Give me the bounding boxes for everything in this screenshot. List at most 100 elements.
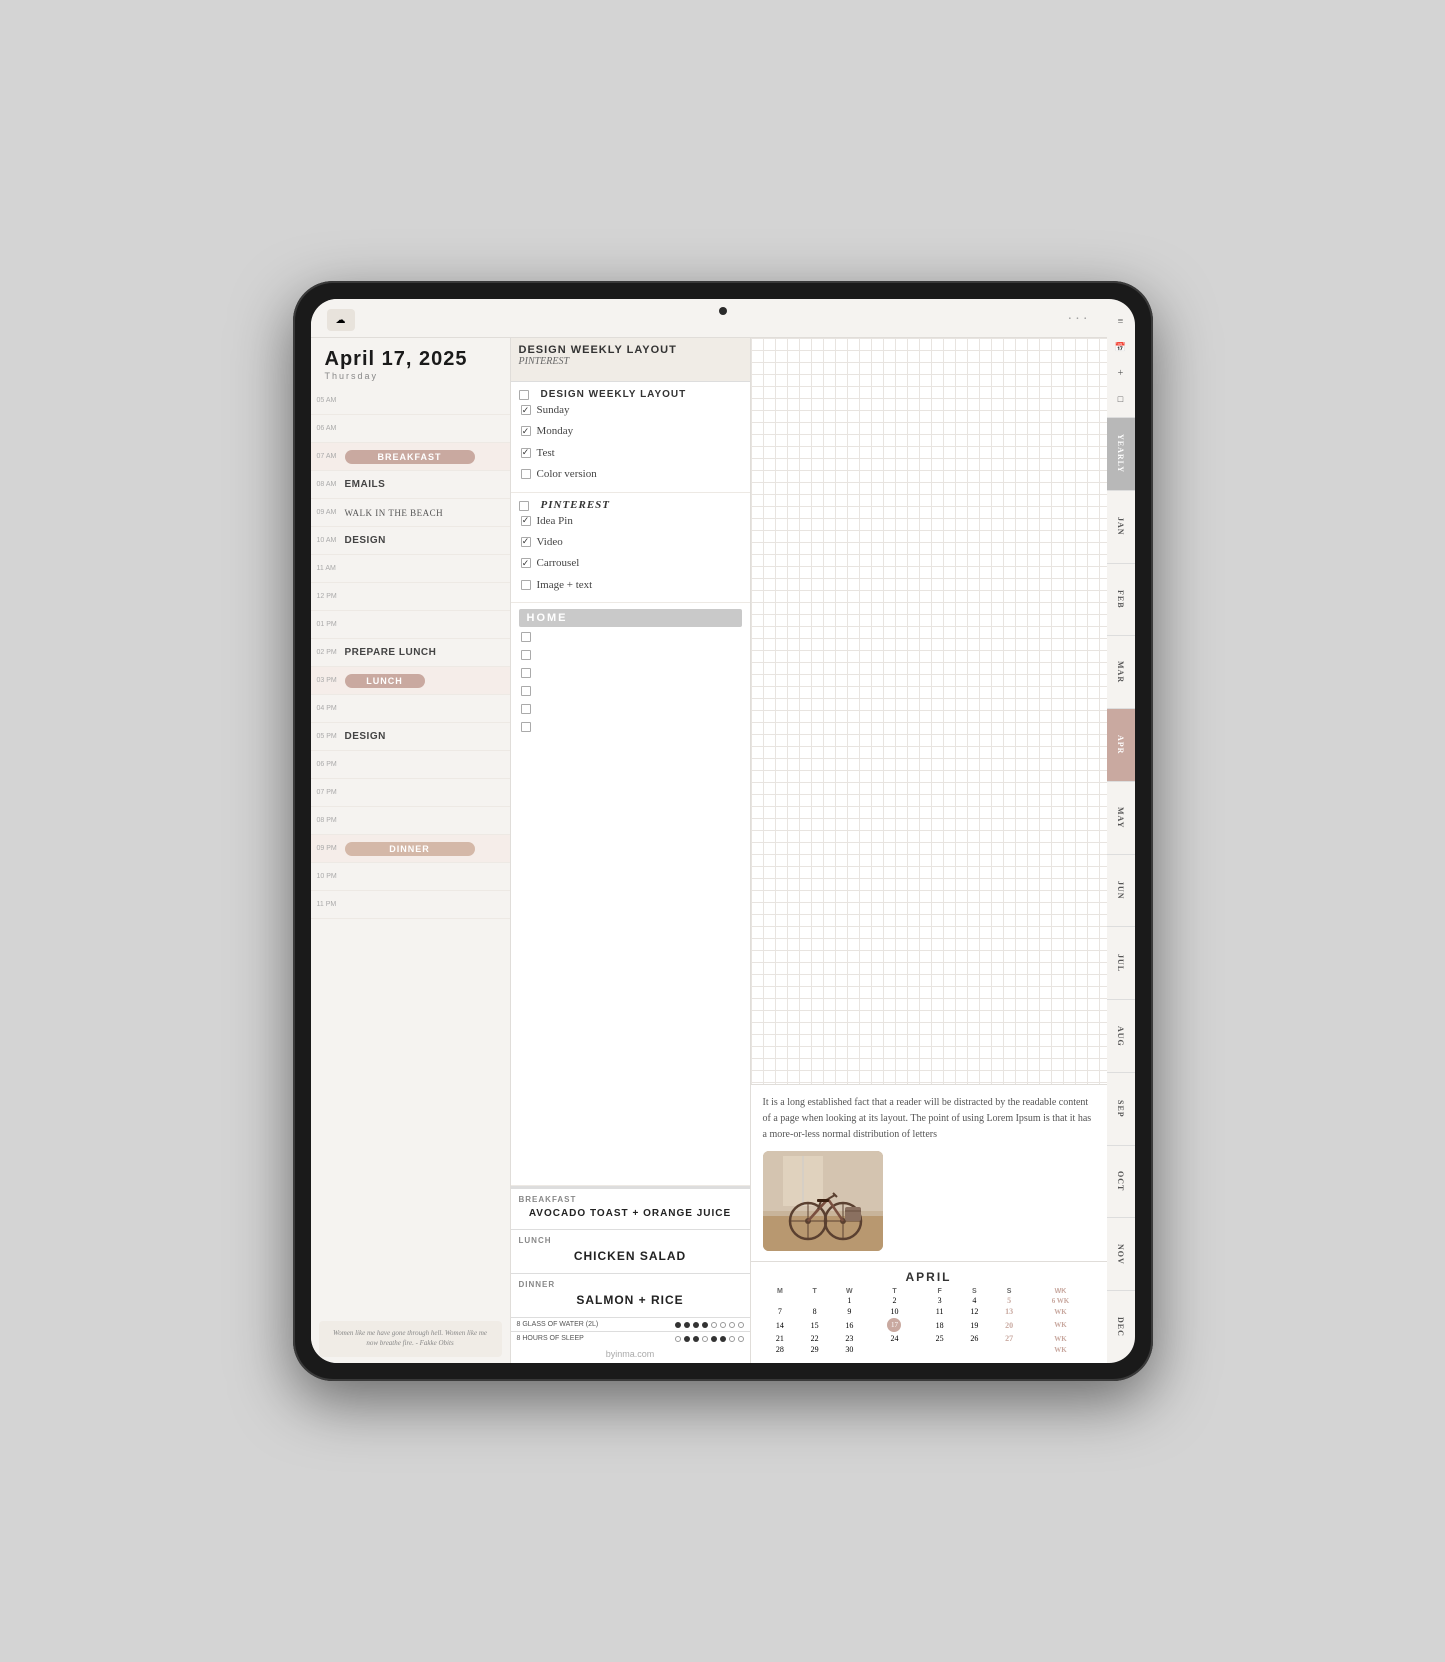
task-home-5 xyxy=(519,699,742,717)
tab-oct[interactable]: OCT xyxy=(1107,1145,1135,1218)
task-imagetext-checkbox[interactable] xyxy=(521,580,531,590)
sleep-dot-4 xyxy=(702,1336,708,1342)
app-logo[interactable]: ☁ xyxy=(327,309,355,331)
camera-notch xyxy=(719,307,727,315)
task-image-text: Image + text xyxy=(519,575,742,596)
time-label: 06 PM xyxy=(317,761,345,768)
time-label: 09 PM xyxy=(317,845,345,852)
water-dot-5 xyxy=(711,1322,717,1328)
water-tracker-label: 8 GLASS OF WATER (2L) xyxy=(517,1321,599,1328)
task-monday-checkbox[interactable]: ✓ xyxy=(521,426,531,436)
middle-panel: DESIGN WEEKLY LAYOUT PINTEREST DESIGN WE… xyxy=(511,338,751,1363)
sleep-tracker-row: 8 HOURS OF SLEEP xyxy=(511,1331,750,1345)
water-dot-4 xyxy=(702,1322,708,1328)
task-color: Color version xyxy=(519,464,742,485)
add-icon[interactable]: + xyxy=(1111,363,1131,383)
task-carrousel: ✓ Carrousel xyxy=(519,553,742,574)
tab-yearly[interactable]: YEARLY xyxy=(1107,417,1135,490)
right-panel: It is a long established fact that a rea… xyxy=(751,338,1107,1363)
time-slot-05am: 05 AM xyxy=(311,387,510,415)
tab-jul[interactable]: JUL xyxy=(1107,926,1135,999)
notes-area: It is a long established fact that a rea… xyxy=(751,1085,1107,1262)
cal-col-f: F xyxy=(922,1288,957,1295)
time-slot-11pm: 11 PM xyxy=(311,891,510,919)
time-slot-07pm: 07 PM xyxy=(311,779,510,807)
time-slot-10am: 10 AM DESIGN xyxy=(311,527,510,555)
task-sunday-checkbox[interactable]: ✓ xyxy=(521,405,531,415)
breakfast-event: BREAKFAST xyxy=(345,450,475,464)
date-title: April 17, 2025 xyxy=(325,348,496,371)
date-header: April 17, 2025 Thursday xyxy=(311,338,510,387)
meal-breakfast-section: BREAKFAST AVOCADO TOAST + ORANGE JUICE xyxy=(511,1188,750,1229)
tab-aug[interactable]: AUG xyxy=(1107,999,1135,1072)
tab-nov[interactable]: NOV xyxy=(1107,1217,1135,1290)
section2-title: DESIGN WEEKLY LAYOUT xyxy=(541,389,687,400)
schedule-list: 05 AM 06 AM 07 AM BREAKFAST 08 AM EMAILS xyxy=(311,387,510,1315)
main-content: ☁ ··· April 17, 2025 Thursday 05 AM xyxy=(311,299,1135,1363)
tab-sep[interactable]: SEP xyxy=(1107,1072,1135,1145)
cal-row-5: 28 29 30 WK xyxy=(763,1344,1095,1355)
water-dot-2 xyxy=(684,1322,690,1328)
date-day: Thursday xyxy=(325,371,496,381)
section2-checkbox[interactable] xyxy=(519,390,529,400)
task-home-1 xyxy=(519,627,742,645)
time-slot-11am: 11 AM xyxy=(311,555,510,583)
cal-col-wk: WK xyxy=(1026,1288,1094,1295)
task-section-pinterest: PINTEREST ✓ Idea Pin ✓ Video ✓ Carrous xyxy=(511,493,750,604)
water-dot-3 xyxy=(693,1322,699,1328)
task-section-design: DESIGN WEEKLY LAYOUT ✓ Sunday ✓ Monday ✓ xyxy=(511,382,750,493)
calendar-header-row: M T W T F S S WK xyxy=(763,1288,1095,1295)
tab-apr[interactable]: APR xyxy=(1107,708,1135,781)
task-test-checkbox[interactable]: ✓ xyxy=(521,448,531,458)
time-label: 10 PM xyxy=(317,873,345,880)
time-label: 11 PM xyxy=(317,901,345,908)
task-home-6 xyxy=(519,717,742,735)
section1-sub: PINTEREST xyxy=(519,356,742,367)
emails-event: EMAILS xyxy=(345,479,386,490)
time-label: 11 AM xyxy=(317,565,345,572)
cal-row-2: 7 8 9 10 11 12 13 WK xyxy=(763,1306,1095,1317)
cal-col-t2: T xyxy=(867,1288,923,1295)
sleep-dot-1 xyxy=(675,1336,681,1342)
tab-may[interactable]: MAY xyxy=(1107,781,1135,854)
section4-title: HOME xyxy=(519,609,742,627)
time-slot-04pm: 04 PM xyxy=(311,695,510,723)
tab-mar[interactable]: MAR xyxy=(1107,635,1135,708)
task-test: ✓ Test xyxy=(519,443,742,464)
tab-jan[interactable]: JAN xyxy=(1107,490,1135,563)
task-color-checkbox[interactable] xyxy=(521,469,531,479)
top-bar-menu[interactable]: ··· xyxy=(1068,312,1091,328)
sleep-dot-2 xyxy=(684,1336,690,1342)
page-icon[interactable]: □ xyxy=(1111,389,1131,409)
sleep-dot-7 xyxy=(729,1336,735,1342)
task-carrousel-checkbox[interactable]: ✓ xyxy=(521,558,531,568)
hamburger-icon[interactable]: ≡ xyxy=(1111,311,1131,331)
calendar-icon[interactable]: 📅 xyxy=(1111,337,1131,357)
task-video-checkbox[interactable]: ✓ xyxy=(521,537,531,547)
water-dot-7 xyxy=(729,1322,735,1328)
time-slot-02pm: 02 PM PREPARE LUNCH xyxy=(311,639,510,667)
time-slot-10pm: 10 PM xyxy=(311,863,510,891)
tab-feb[interactable]: FEB xyxy=(1107,563,1135,636)
calendar-grid: M T W T F S S WK xyxy=(763,1288,1095,1355)
month-tabs: YEARLY JAN FEB MAR APR MAY JUN JUL AUG S… xyxy=(1107,417,1135,1363)
task-section-header1: DESIGN WEEKLY LAYOUT PINTEREST xyxy=(511,338,750,382)
tab-jun[interactable]: JUN xyxy=(1107,854,1135,927)
section3-checkbox[interactable] xyxy=(519,501,529,511)
tab-dec[interactable]: DEC xyxy=(1107,1290,1135,1363)
calendar-section: APRIL M T W T F S S xyxy=(751,1262,1107,1363)
time-slot-07am: 07 AM BREAKFAST xyxy=(311,443,510,471)
cal-row-4: 21 22 23 24 25 26 27 WK xyxy=(763,1333,1095,1344)
task-monday: ✓ Monday xyxy=(519,421,742,442)
water-dot-6 xyxy=(720,1322,726,1328)
time-slot-05pm: 05 PM DESIGN xyxy=(311,723,510,751)
task-ideapin-checkbox[interactable]: ✓ xyxy=(521,516,531,526)
prepare-lunch-event: PREPARE LUNCH xyxy=(345,647,437,658)
time-slot-03pm: 03 PM LUNCH xyxy=(311,667,510,695)
time-slot-06am: 06 AM xyxy=(311,415,510,443)
time-label: 03 PM xyxy=(317,677,345,684)
bicycle-svg xyxy=(763,1151,883,1251)
design-event-am: DESIGN xyxy=(345,535,386,546)
water-dot-1 xyxy=(675,1322,681,1328)
lunch-name: CHICKEN SALAD xyxy=(519,1245,742,1267)
